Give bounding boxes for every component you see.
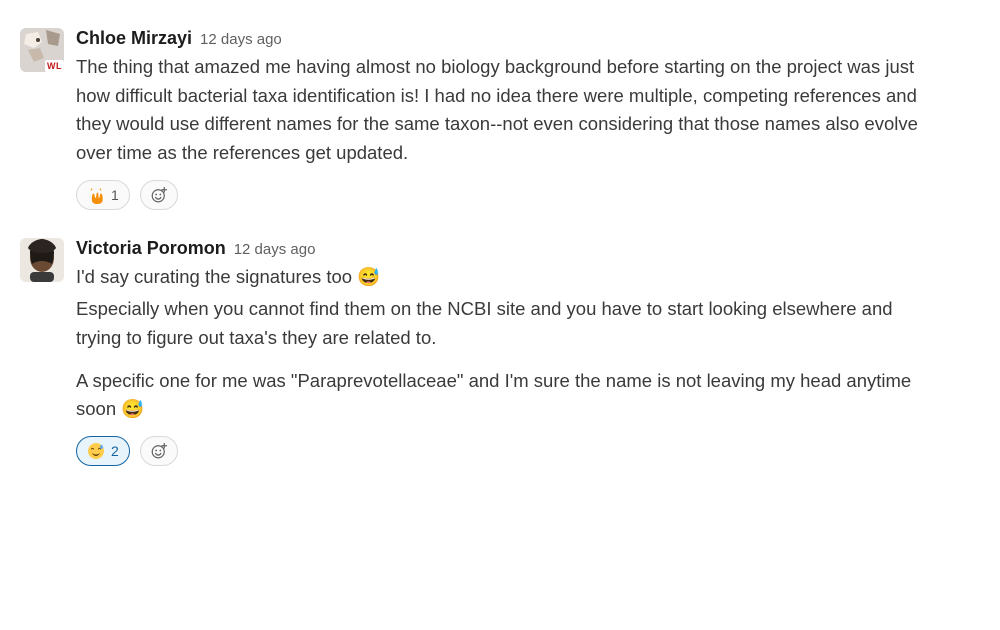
add-reaction-button[interactable] <box>140 180 178 210</box>
message-paragraph: The thing that amazed me having almost n… <box>76 53 940 168</box>
message-header: Victoria Poromon 12 days ago <box>76 238 940 259</box>
sweat-smile-icon <box>87 442 105 460</box>
reaction-count: 1 <box>111 187 119 203</box>
avatar[interactable] <box>20 238 64 282</box>
raised-hands-icon <box>87 186 105 204</box>
message-content: Victoria Poromon 12 days ago I'd say cur… <box>76 238 980 466</box>
author-name[interactable]: Chloe Mirzayi <box>76 28 192 49</box>
message-body: The thing that amazed me having almost n… <box>76 53 940 168</box>
avatar[interactable]: WL <box>20 28 64 72</box>
reaction-count: 2 <box>111 443 119 459</box>
message-header: Chloe Mirzayi 12 days ago <box>76 28 940 49</box>
message-body: I'd say curating the signatures too 😅 Es… <box>76 263 940 424</box>
message-paragraph: A specific one for me was "Paraprevotell… <box>76 367 940 424</box>
message-timestamp[interactable]: 12 days ago <box>234 241 316 258</box>
reactions-bar: 2 <box>76 436 940 466</box>
message: WL Chloe Mirzayi 12 days ago The thing t… <box>20 28 980 210</box>
author-name[interactable]: Victoria Poromon <box>76 238 226 259</box>
avatar-image <box>20 238 64 282</box>
message-content: Chloe Mirzayi 12 days ago The thing that… <box>76 28 980 210</box>
message-paragraph: Especially when you cannot find them on … <box>76 295 940 352</box>
reactions-bar: 1 <box>76 180 940 210</box>
add-reaction-button[interactable] <box>140 436 178 466</box>
reaction-raised-hands[interactable]: 1 <box>76 180 130 210</box>
avatar-badge: WL <box>45 60 64 72</box>
message: Victoria Poromon 12 days ago I'd say cur… <box>20 238 980 466</box>
paragraph-text: I'd say curating the signatures too 😅 <box>76 266 380 287</box>
reaction-sweat-smile[interactable]: 2 <box>76 436 130 466</box>
message-paragraph: I'd say curating the signatures too 😅 <box>76 263 940 292</box>
add-reaction-icon <box>150 186 168 204</box>
message-timestamp[interactable]: 12 days ago <box>200 31 282 48</box>
add-reaction-icon <box>150 442 168 460</box>
paragraph-text: A specific one for me was "Paraprevotell… <box>76 370 911 420</box>
